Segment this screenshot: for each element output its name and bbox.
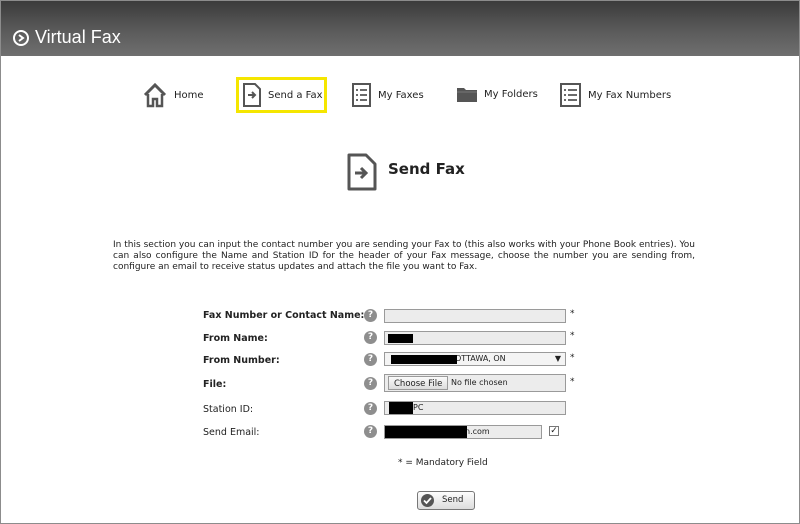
from-name-input[interactable] bbox=[384, 331, 566, 345]
logo-chevron-icon bbox=[13, 30, 29, 46]
redacted-block bbox=[391, 355, 457, 364]
nav-my-faxes-label: My Faxes bbox=[378, 89, 424, 101]
required-marker: * bbox=[570, 331, 575, 341]
nav-send-a-fax[interactable]: Send a Fax bbox=[242, 82, 323, 108]
send-button-label: Send bbox=[442, 495, 464, 505]
help-icon[interactable]: ? bbox=[364, 353, 377, 366]
required-marker: * bbox=[570, 377, 575, 387]
file-label: File: bbox=[203, 379, 227, 390]
list-icon bbox=[560, 83, 581, 107]
choose-file-button[interactable]: Choose File bbox=[388, 376, 449, 390]
from-number-select[interactable]: OTTAWA, ON ▼ bbox=[384, 352, 566, 366]
redacted-block bbox=[385, 426, 467, 438]
send-fax-icon bbox=[347, 153, 377, 191]
nav-home-label: Home bbox=[174, 89, 204, 101]
home-icon bbox=[143, 82, 167, 108]
nav-send-a-fax-label: Send a Fax bbox=[268, 89, 323, 101]
check-circle-icon bbox=[421, 494, 434, 507]
file-status: No file chosen bbox=[451, 378, 508, 387]
station-id-label: Station ID: bbox=[203, 404, 254, 415]
nav-my-folders-label: My Folders bbox=[484, 88, 538, 100]
send-button[interactable]: Send bbox=[417, 491, 475, 510]
help-icon[interactable]: ? bbox=[364, 402, 377, 415]
file-picker[interactable]: Choose File No file chosen bbox=[384, 374, 566, 392]
folder-icon bbox=[457, 88, 477, 102]
help-icon[interactable]: ? bbox=[364, 309, 377, 322]
mandatory-note: * = Mandatory Field bbox=[398, 458, 488, 468]
redacted-block bbox=[389, 402, 413, 414]
from-name-label: From Name: bbox=[203, 333, 268, 344]
send-email-value: n.com bbox=[465, 427, 490, 436]
send-fax-icon bbox=[243, 83, 261, 107]
nav-home[interactable]: Home bbox=[142, 82, 204, 108]
app-title: Virtual Fax bbox=[35, 27, 121, 47]
help-icon[interactable]: ? bbox=[364, 425, 377, 438]
send-email-input[interactable]: n.com bbox=[384, 425, 542, 439]
required-marker: * bbox=[570, 353, 575, 363]
send-email-label: Send Email: bbox=[203, 427, 260, 438]
help-icon[interactable]: ? bbox=[364, 331, 377, 344]
list-icon bbox=[352, 83, 371, 107]
redacted-block bbox=[388, 334, 413, 343]
from-number-value: OTTAWA, ON bbox=[455, 354, 506, 363]
station-id-value: PC bbox=[413, 403, 424, 412]
nav-my-faxes[interactable]: My Faxes bbox=[351, 82, 424, 108]
app-header: Virtual Fax bbox=[1, 1, 799, 56]
from-number-label: From Number: bbox=[203, 355, 280, 366]
help-icon[interactable]: ? bbox=[364, 377, 377, 390]
nav-my-fax-numbers-label: My Fax Numbers bbox=[588, 89, 672, 101]
nav-my-folders[interactable]: My Folders bbox=[456, 84, 538, 104]
page-title: Send Fax bbox=[388, 160, 465, 178]
fax-number-input[interactable] bbox=[384, 309, 566, 323]
fax-number-label: Fax Number or Contact Name: bbox=[203, 310, 365, 321]
send-email-checkbox[interactable]: ✓ bbox=[549, 426, 559, 436]
intro-text: In this section you can input the contac… bbox=[113, 240, 695, 272]
required-marker: * bbox=[570, 309, 575, 319]
station-id-input[interactable]: PC bbox=[384, 401, 566, 415]
dropdown-arrow-icon: ▼ bbox=[554, 354, 561, 363]
nav-my-fax-numbers[interactable]: My Fax Numbers bbox=[559, 82, 671, 108]
